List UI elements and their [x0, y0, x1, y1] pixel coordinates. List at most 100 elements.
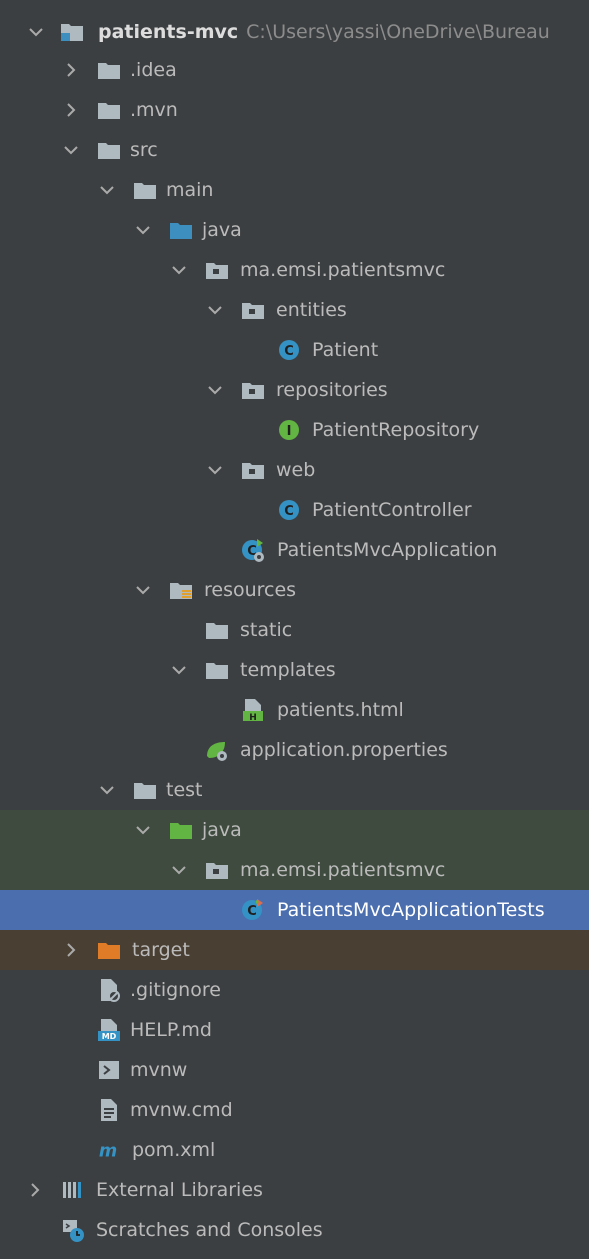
tree-label: mvnw.cmd [130, 1099, 233, 1121]
chevron-down-icon[interactable] [133, 820, 153, 840]
class-icon: C [279, 500, 299, 520]
test-class-icon: C [242, 899, 263, 920]
svg-text:I: I [287, 424, 292, 439]
chevron-down-icon[interactable] [97, 180, 117, 200]
svg-text:C: C [247, 904, 257, 919]
tree-row-main[interactable]: main [0, 170, 589, 210]
libraries-icon [63, 1182, 81, 1198]
chevron-down-icon[interactable] [61, 140, 81, 160]
chevron-down-icon[interactable] [169, 860, 189, 880]
tree-label: application.properties [240, 739, 448, 761]
tree-row-patients-mvc-application-tests[interactable]: C PatientsMvcApplicationTests [0, 890, 589, 930]
source-folder-icon [170, 223, 192, 239]
chevron-down-icon[interactable] [133, 580, 153, 600]
tree-label: web [276, 459, 316, 481]
module-folder-icon [61, 24, 83, 41]
tree-row-src[interactable]: src [0, 130, 589, 170]
tree-row-static[interactable]: static [0, 610, 589, 650]
tree-label: External Libraries [96, 1179, 263, 1201]
tree-row-web[interactable]: web [0, 450, 589, 490]
package-icon [242, 383, 264, 399]
tree-label: static [240, 619, 293, 641]
tree-row-mvnw[interactable]: mvnw [0, 1050, 589, 1090]
tree-label: test [166, 779, 203, 801]
tree-label: patients.html [277, 699, 404, 721]
tree-row-templates[interactable]: templates [0, 650, 589, 690]
tree-label: PatientsMvcApplication [277, 539, 498, 561]
html-file-icon: H [243, 699, 263, 722]
tree-row-application-properties[interactable]: application.properties [0, 730, 589, 770]
tree-row-patients-mvc-application[interactable]: C PatientsMvcApplication [0, 530, 589, 570]
svg-text:MD: MD [102, 1032, 117, 1041]
tree-row-pom-xml[interactable]: m pom.xml [0, 1130, 589, 1170]
tree-label: templates [240, 659, 336, 681]
tree-row-resources[interactable]: resources [0, 570, 589, 610]
spring-boot-class-icon: C [242, 539, 264, 562]
chevron-down-icon[interactable] [97, 780, 117, 800]
tree-row-idea[interactable]: .idea [0, 50, 589, 90]
tree-row-patient-controller[interactable]: C PatientController [0, 490, 589, 530]
chevron-right-icon[interactable] [61, 940, 81, 960]
tree-label: patients-mvc C:\Users\yassi\OneDrive\Bure… [98, 20, 550, 44]
folder-icon [206, 663, 228, 679]
test-source-folder-icon [170, 823, 192, 839]
tree-row-mvnw-cmd[interactable]: mvnw.cmd [0, 1090, 589, 1130]
tree-row-test[interactable]: test [0, 770, 589, 810]
tree-row-patient-repository[interactable]: I PatientRepository [0, 410, 589, 450]
class-icon: C [279, 340, 299, 360]
project-path: C:\Users\yassi\OneDrive\Bureau [246, 21, 550, 43]
tree-row-patients-html[interactable]: H patients.html [0, 690, 589, 730]
tree-label: PatientRepository [312, 419, 480, 441]
tree-label: pom.xml [132, 1139, 216, 1161]
chevron-down-icon[interactable] [169, 260, 189, 280]
tree-row-patient[interactable]: C Patient [0, 330, 589, 370]
tree-row-entities[interactable]: entities [0, 290, 589, 330]
project-tree[interactable]: patients-mvc C:\Users\yassi\OneDrive\Bure… [0, 0, 589, 1259]
text-file-icon [101, 1099, 117, 1121]
tree-row-help-md[interactable]: MD HELP.md [0, 1010, 589, 1050]
package-icon [206, 263, 228, 279]
chevron-down-icon[interactable] [26, 22, 46, 42]
chevron-down-icon[interactable] [205, 380, 225, 400]
tree-label: repositories [276, 379, 388, 401]
tree-row-project-root[interactable]: patients-mvc C:\Users\yassi\OneDrive\Bure… [0, 12, 589, 52]
tree-row-test-package[interactable]: ma.emsi.patientsmvc [0, 850, 589, 890]
tree-row-target[interactable]: target [0, 930, 589, 970]
tree-label: HELP.md [130, 1019, 212, 1041]
chevron-down-icon[interactable] [133, 220, 153, 240]
tree-row-external-libraries[interactable]: External Libraries [0, 1170, 589, 1210]
tree-label: resources [204, 579, 297, 601]
tree-label: main [166, 179, 214, 201]
chevron-down-icon[interactable] [169, 660, 189, 680]
tree-row-scratches[interactable]: Scratches and Consoles [0, 1210, 589, 1250]
tree-row-main-java[interactable]: java [0, 210, 589, 250]
chevron-right-icon[interactable] [25, 1180, 45, 1200]
tree-row-test-java[interactable]: java [0, 810, 589, 850]
shell-script-icon [99, 1061, 119, 1079]
tree-label: .mvn [130, 99, 178, 121]
chevron-right-icon[interactable] [61, 100, 81, 120]
tree-row-main-package[interactable]: ma.emsi.patientsmvc [0, 250, 589, 290]
chevron-right-icon[interactable] [61, 60, 81, 80]
interface-icon: I [279, 420, 299, 440]
tree-label: entities [276, 299, 347, 321]
tree-label: Scratches and Consoles [96, 1219, 323, 1241]
chevron-down-icon[interactable] [205, 460, 225, 480]
tree-row-gitignore[interactable]: .gitignore [0, 970, 589, 1010]
folder-icon [98, 103, 120, 119]
svg-text:m: m [99, 1141, 117, 1161]
tree-label: java [202, 819, 242, 841]
tree-label: src [130, 139, 158, 161]
resources-folder-icon [170, 583, 192, 599]
tree-label: mvnw [130, 1059, 188, 1081]
tree-row-mvn[interactable]: .mvn [0, 90, 589, 130]
folder-icon [206, 623, 228, 639]
tree-row-repositories[interactable]: repositories [0, 370, 589, 410]
chevron-down-icon[interactable] [205, 300, 225, 320]
tree-label: .idea [130, 59, 177, 81]
tree-label: java [202, 219, 242, 241]
package-icon [242, 463, 264, 479]
folder-icon [134, 783, 156, 799]
scratches-icon [63, 1220, 84, 1242]
tree-label: target [132, 939, 190, 961]
